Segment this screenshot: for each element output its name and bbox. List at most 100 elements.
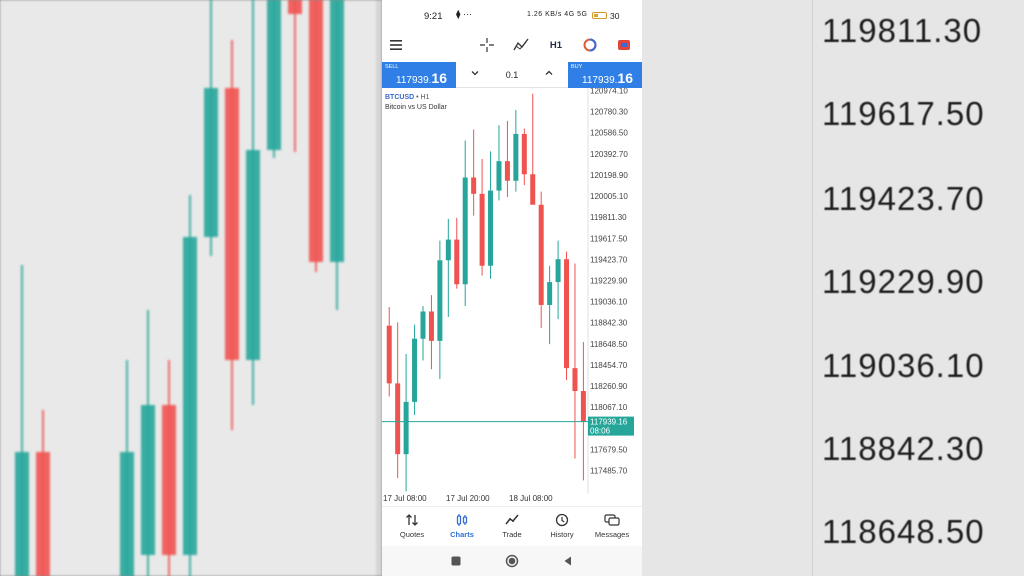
sell-button[interactable]: SELL 117939.16: [382, 62, 456, 88]
home-icon[interactable]: [505, 554, 519, 573]
background-candle-body: [36, 452, 50, 576]
background-candle-body: [204, 88, 218, 237]
buy-price: 117939.16: [582, 70, 633, 86]
background-price-label: 119423.70: [822, 180, 985, 217]
charts-icon: [436, 513, 488, 527]
candle-body: [395, 383, 401, 455]
price-tick-label: 120974.10: [590, 88, 628, 96]
background-chart-left: [0, 0, 382, 576]
back-icon[interactable]: [562, 554, 574, 572]
candle-body: [445, 239, 451, 261]
nav-history[interactable]: History: [536, 513, 588, 539]
price-tick-label: 118648.50: [590, 340, 628, 349]
candle-body: [513, 133, 519, 181]
system-navigation-bar: [382, 546, 642, 576]
candle-body: [547, 282, 553, 305]
price-tick-label: 117679.50: [590, 445, 628, 454]
status-bar: 9:21 ⧫ ··· 1.26 KB/s 4G 5G 30: [382, 0, 642, 30]
background-candle-body: [183, 237, 197, 555]
background-price-label: 119229.90: [822, 263, 985, 300]
background-candle-body: [120, 452, 134, 576]
history-icon: [536, 513, 588, 527]
background-candles: [15, 0, 382, 576]
indicators-icon[interactable]: [512, 36, 530, 54]
price-tick-label: 118067.10: [590, 403, 628, 412]
background-price-label: 119036.10: [822, 347, 985, 384]
price-tick-label: 120780.30: [590, 108, 628, 117]
quotes-icon: [386, 513, 438, 527]
candle-body: [504, 161, 510, 181]
price-tick-label: 118842.30: [590, 319, 628, 328]
candle-body: [580, 391, 586, 422]
price-tick-label: 120005.10: [590, 192, 628, 201]
candle-body: [521, 133, 527, 175]
color-circle-icon[interactable]: [581, 36, 599, 54]
one-click-trading-panel: SELL 117939.16 0.1 BUY 117939.16: [382, 62, 642, 88]
buy-price-big: 16: [617, 70, 633, 86]
crosshair-icon[interactable]: [478, 36, 496, 54]
background-candle-body: [267, 0, 281, 150]
sell-price: 117939.16: [396, 70, 447, 86]
price-tick-label: 119423.70: [590, 255, 628, 264]
buy-label: BUY: [571, 64, 583, 70]
recent-apps-icon[interactable]: [450, 554, 462, 572]
price-tick-label: 119811.30: [590, 213, 627, 222]
background-candle-body: [141, 405, 155, 555]
sell-price-big: 16: [431, 70, 447, 86]
price-tick-label: 120198.90: [590, 171, 628, 180]
trade-icon: [486, 513, 538, 527]
candle-body: [462, 177, 468, 285]
buy-button[interactable]: BUY 117939.16: [568, 62, 642, 88]
time-tick-label: 18 Jul 08:00: [509, 494, 553, 503]
nav-quotes-label: Quotes: [399, 530, 425, 539]
background-candle-body: [309, 0, 323, 262]
timeframe-button[interactable]: H1: [547, 36, 565, 54]
nav-messages-label: Messages: [594, 530, 630, 539]
candle-body: [403, 401, 409, 455]
nav-trade[interactable]: Trade: [486, 513, 538, 539]
candle-body: [386, 325, 392, 384]
buy-price-main: 117939.: [582, 75, 618, 86]
candlestick-chart[interactable]: 120974.10 120780.30 120586.50 120392.70 1201…: [382, 88, 642, 506]
symbol-timeframe: • H1: [416, 94, 430, 101]
notification-icons: ⧫ ···: [456, 9, 472, 19]
price-tick-label: 120392.70: [590, 150, 628, 159]
candle-body: [530, 174, 536, 205]
screen: 119811.30 119617.50 119423.70 119229.90 1190…: [0, 0, 1024, 576]
time-tick-label: 17 Jul 20:00: [446, 494, 490, 503]
candle-body: [412, 338, 418, 402]
menu-icon[interactable]: [387, 36, 405, 54]
nav-quotes[interactable]: Quotes: [386, 513, 438, 539]
chart-toolbar: H1: [382, 30, 642, 60]
candle-body: [555, 259, 561, 283]
status-time: 9:21: [424, 11, 443, 22]
lot-size-control: 0.1: [456, 62, 568, 88]
background-price-label: 118648.50: [822, 513, 985, 550]
battery-percent: 30: [610, 11, 620, 21]
nav-charts-label: Charts: [450, 530, 474, 539]
background-candle-body: [225, 88, 239, 360]
increase-lot-chevron-icon[interactable]: [544, 68, 554, 81]
bar-timer-label: 08:06: [590, 427, 611, 436]
symbol-description: Bitcoin vs US Dollar: [385, 104, 447, 111]
candle-body: [496, 161, 502, 191]
background-candle-body: [246, 150, 260, 360]
candle-body: [572, 368, 578, 392]
background-price-label: 118842.30: [822, 430, 985, 467]
bottom-navigation: Quotes Charts Trade History Messages: [382, 506, 642, 546]
symbol-name: BTCUSD: [385, 94, 415, 101]
candle-body: [437, 260, 443, 341]
nav-charts[interactable]: Charts: [436, 513, 488, 539]
price-tick-label: 118454.70: [590, 361, 628, 370]
candle-body: [454, 239, 460, 285]
background-price-label: 119617.50: [822, 95, 985, 132]
candle-body: [488, 190, 494, 266]
price-tick-label: 119617.50: [590, 234, 628, 243]
background-price-label: 119811.30: [822, 12, 983, 49]
nav-trade-label: Trade: [502, 530, 522, 539]
nav-messages[interactable]: Messages: [586, 513, 638, 539]
background-candle-body: [15, 452, 29, 576]
battery-icon: [592, 12, 607, 19]
price-chart[interactable]: 120974.10 120780.30 120586.50 120392.70 1201…: [382, 88, 642, 506]
objects-icon[interactable]: [615, 36, 633, 54]
